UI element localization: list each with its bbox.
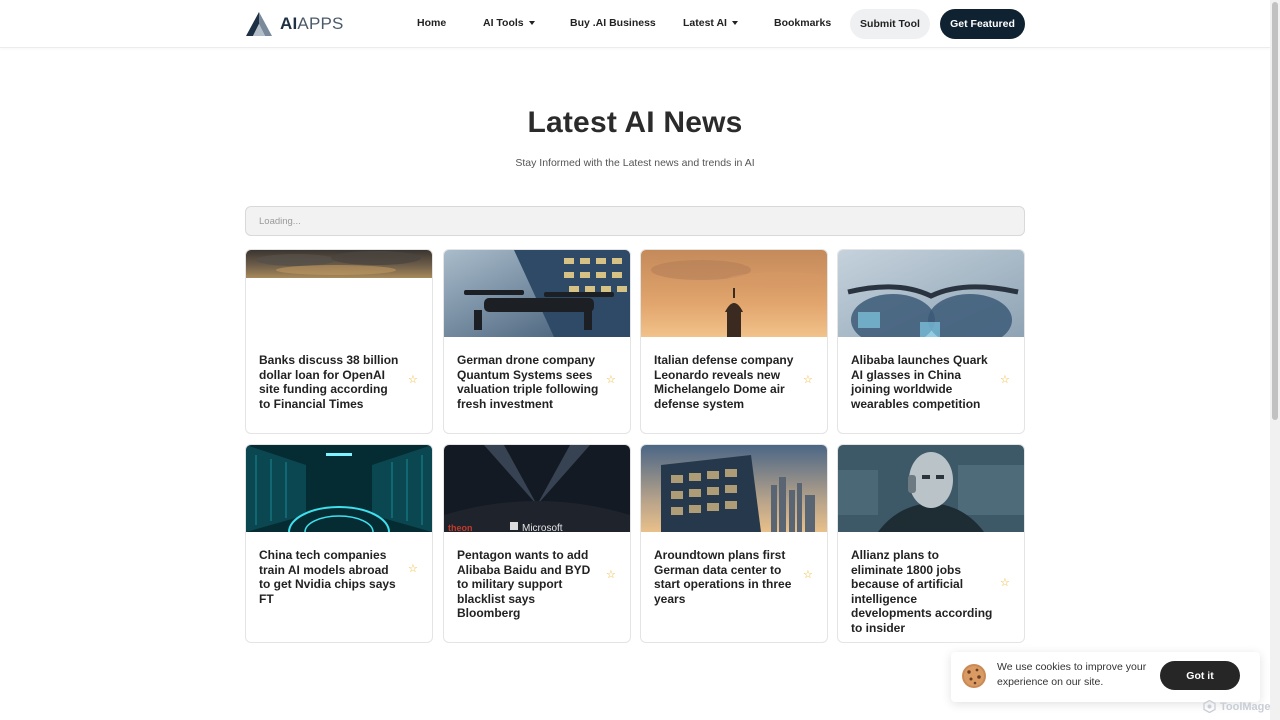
news-image-data-center: [246, 445, 432, 532]
nav-ai-tools[interactable]: AI Tools: [483, 17, 535, 29]
star-bookmark-icon[interactable]: ☆: [1000, 578, 1010, 589]
news-card[interactable]: Italian defense company Leonardo reveals…: [640, 249, 828, 434]
star-bookmark-icon[interactable]: ☆: [803, 375, 813, 386]
news-title[interactable]: Banks discuss 38 billion dollar loan for…: [259, 353, 401, 411]
news-title[interactable]: Aroundtown plans first German data cente…: [654, 548, 796, 606]
news-image-storm-clouds: [246, 250, 432, 278]
top-navbar: AIAPPS Home AI Tools Buy .AI Business La…: [0, 0, 1270, 48]
star-bookmark-icon[interactable]: ☆: [1000, 375, 1010, 386]
news-title[interactable]: China tech companies train AI models abr…: [259, 548, 401, 606]
news-card[interactable]: Alibaba launches Quark AI glasses in Chi…: [837, 249, 1025, 434]
news-card[interactable]: Aroundtown plans first German data cente…: [640, 444, 828, 643]
news-card[interactable]: Allianz plans to eliminate 1800 jobs bec…: [837, 444, 1025, 643]
news-title[interactable]: Alibaba launches Quark AI glasses in Chi…: [851, 353, 993, 411]
watermark: ToolMage: [1203, 700, 1271, 713]
chevron-down-icon: [528, 21, 535, 25]
page-title: Latest AI News: [527, 106, 743, 139]
nav-latest-ai[interactable]: Latest AI: [683, 17, 738, 29]
news-card[interactable]: Banks discuss 38 billion dollar loan for…: [245, 249, 433, 434]
search-input[interactable]: [245, 206, 1025, 236]
star-bookmark-icon[interactable]: ☆: [606, 375, 616, 386]
news-title[interactable]: Pentagon wants to add Alibaba Baidu and …: [457, 548, 599, 621]
news-image-ai-glasses: [838, 250, 1024, 337]
news-image-dome-sunset: [641, 250, 827, 337]
image-sign-text: Microsoft: [522, 523, 563, 532]
watermark-text: ToolMage: [1220, 700, 1271, 713]
chevron-down-icon: [731, 21, 738, 25]
toolmage-logo-icon: [1203, 700, 1216, 713]
nav-buy-ai-business[interactable]: Buy .AI Business: [570, 17, 656, 29]
cookie-icon: [962, 664, 986, 688]
cookie-banner: We use cookies to improve your experienc…: [951, 652, 1260, 702]
microsoft-logo-icon: [510, 522, 518, 530]
logo-icon: [246, 12, 272, 36]
page-subtitle: Stay Informed with the Latest news and t…: [515, 157, 755, 169]
scrollbar-thumb[interactable]: [1272, 2, 1278, 420]
cookie-message: We use cookies to improve your experienc…: [997, 661, 1147, 688]
page-scrollbar[interactable]: [1270, 0, 1280, 720]
get-featured-button[interactable]: Get Featured: [940, 9, 1025, 39]
image-sign-text: theon: [448, 523, 473, 532]
news-image-microsoft-building: theon Microsoft: [444, 445, 630, 532]
star-bookmark-icon[interactable]: ☆: [803, 570, 813, 581]
nav-home[interactable]: Home: [417, 17, 446, 29]
news-image-glass-building-skyline: [641, 445, 827, 532]
news-title[interactable]: Allianz plans to eliminate 1800 jobs bec…: [851, 548, 993, 635]
star-bookmark-icon[interactable]: ☆: [606, 570, 616, 581]
star-bookmark-icon[interactable]: ☆: [408, 564, 418, 575]
news-image-drone-office: [444, 250, 630, 337]
news-title[interactable]: Italian defense company Leonardo reveals…: [654, 353, 796, 411]
submit-tool-button[interactable]: Submit Tool: [850, 9, 930, 39]
news-image-robot-office: [838, 445, 1024, 532]
news-card[interactable]: German drone company Quantum Systems see…: [443, 249, 631, 434]
news-card[interactable]: theon Microsoft Pentagon wants to add Al…: [443, 444, 631, 643]
star-bookmark-icon[interactable]: ☆: [408, 375, 418, 386]
logo-text: AIAPPS: [280, 14, 344, 33]
cookie-accept-button[interactable]: Got it: [1160, 661, 1240, 690]
news-card[interactable]: China tech companies train AI models abr…: [245, 444, 433, 643]
nav-bookmarks[interactable]: Bookmarks: [774, 17, 831, 29]
news-title[interactable]: German drone company Quantum Systems see…: [457, 353, 599, 411]
site-logo[interactable]: AIAPPS: [245, 11, 344, 37]
